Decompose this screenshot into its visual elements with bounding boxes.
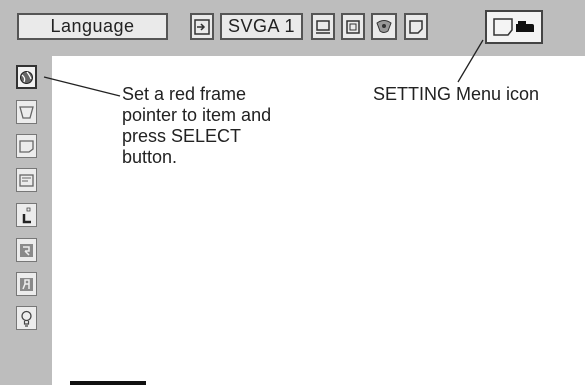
setting-menu-icon-note: SETTING Menu icon bbox=[373, 84, 540, 104]
bottom-rule bbox=[70, 381, 146, 385]
callout-lines bbox=[43, 39, 484, 97]
select-item-note: Set a red frame pointer to item and pres… bbox=[122, 84, 272, 167]
